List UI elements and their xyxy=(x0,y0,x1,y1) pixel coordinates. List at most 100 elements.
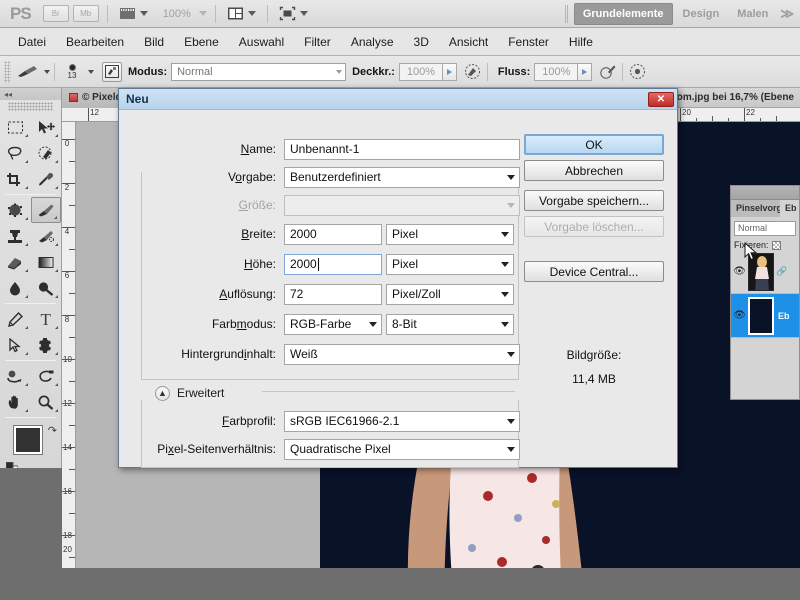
lock-transparency-icon[interactable] xyxy=(772,241,781,250)
tool-lasso[interactable] xyxy=(0,140,31,166)
menu-item-ebene[interactable]: Ebene xyxy=(174,32,229,52)
view-extras-button[interactable] xyxy=(116,6,151,21)
menu-item-filter[interactable]: Filter xyxy=(294,32,341,52)
menu-item-datei[interactable]: Datei xyxy=(8,32,56,52)
layer-thumbnail-2[interactable] xyxy=(748,297,774,335)
workspace-tab-design[interactable]: Design xyxy=(675,4,728,24)
tool-spot-healing[interactable] xyxy=(0,197,31,223)
tool-3d-camera-rotate[interactable] xyxy=(31,363,62,389)
tool-zoom[interactable] xyxy=(31,389,62,415)
toggle-brush-panel-button[interactable] xyxy=(102,62,122,82)
opacity-slider-button[interactable] xyxy=(443,63,457,81)
menu-item-bearbeiten[interactable]: Bearbeiten xyxy=(56,32,134,52)
tool-brush[interactable] xyxy=(31,197,62,223)
menu-item-3d[interactable]: 3D xyxy=(404,32,439,52)
layer-link-icon[interactable]: 🔗 xyxy=(776,266,787,277)
options-bar-grip[interactable] xyxy=(4,61,11,83)
brush-size-indicator[interactable]: 13 xyxy=(59,64,85,80)
colormode-select[interactable]: RGB-Farbe xyxy=(284,314,382,335)
height-input[interactable]: 2000 xyxy=(284,254,382,275)
opacity-pressure-button[interactable] xyxy=(463,62,483,82)
tool-hand[interactable] xyxy=(0,389,31,415)
tool-move[interactable] xyxy=(31,114,62,140)
width-input[interactable]: 2000 xyxy=(284,224,382,245)
bridge-button[interactable]: Br xyxy=(43,5,69,22)
aspectratio-select[interactable]: Quadratische Pixel xyxy=(284,439,520,460)
arrange-documents-icon xyxy=(227,6,245,21)
tool-eyedropper[interactable] xyxy=(31,166,62,192)
tool-group-selection xyxy=(0,114,61,192)
layer-blend-mode-select[interactable]: Normal xyxy=(734,221,796,236)
layers-panel-header[interactable] xyxy=(731,186,799,200)
tool-3d-object-rotate[interactable] xyxy=(0,363,31,389)
cancel-button[interactable]: Abbrechen xyxy=(524,160,664,181)
brush-size-chevron-icon[interactable] xyxy=(88,70,94,74)
colorprofile-select[interactable]: sRGB IEC61966-2.1 xyxy=(284,411,520,432)
layer-thumbnail[interactable] xyxy=(748,253,774,291)
opacity-value[interactable]: 100% xyxy=(399,63,443,81)
tool-crop[interactable] xyxy=(0,166,31,192)
tool-clone-stamp[interactable] xyxy=(0,223,31,249)
workspace-tab-grundelemente[interactable]: Grundelemente xyxy=(574,3,673,25)
dialog-close-button[interactable]: ✕ xyxy=(648,92,674,107)
tool-dodge[interactable] xyxy=(31,275,62,301)
brush-preset-picker[interactable] xyxy=(15,62,41,82)
workspace-more-button[interactable]: ≫ xyxy=(778,6,796,22)
menu-item-bild[interactable]: Bild xyxy=(134,32,174,52)
arrange-documents-button[interactable] xyxy=(224,6,259,21)
layer-visibility-icon[interactable]: 👁 xyxy=(733,262,746,282)
zoom-chevron-down-icon[interactable] xyxy=(199,11,207,16)
height-unit-select[interactable]: Pixel xyxy=(386,254,514,275)
menu-item-ansicht[interactable]: Ansicht xyxy=(439,32,498,52)
tool-eraser[interactable] xyxy=(0,249,31,275)
tool-custom-shape[interactable] xyxy=(31,332,62,358)
resolution-unit-select[interactable]: Pixel/Zoll xyxy=(386,284,514,305)
layer-row-photo[interactable]: 👁 🔗 xyxy=(731,250,799,294)
toolbox-collapse-button[interactable]: ◂◂ xyxy=(0,88,61,100)
save-preset-button[interactable]: Vorgabe speichern... xyxy=(524,190,664,211)
close-icon[interactable] xyxy=(69,93,78,102)
tool-marquee[interactable] xyxy=(0,114,31,140)
bitdepth-select[interactable]: 8-Bit xyxy=(386,314,514,335)
layer-visibility-icon-2[interactable]: 👁 xyxy=(733,306,746,326)
tablet-pressure-size-button[interactable] xyxy=(627,62,647,82)
tab-pinselvorgaben[interactable]: Pinselvorg xyxy=(731,200,780,217)
spot-healing-brush-icon xyxy=(6,203,24,218)
screen-mode-button[interactable] xyxy=(276,6,311,21)
crop-tool-icon xyxy=(6,172,24,187)
collapse-advanced-icon[interactable]: ▲ xyxy=(155,386,170,401)
ok-button[interactable]: OK xyxy=(524,134,664,155)
tool-blur[interactable] xyxy=(0,275,31,301)
mini-bridge-button[interactable]: Mb xyxy=(73,5,99,22)
tool-gradient[interactable] xyxy=(31,249,62,275)
vertical-ruler[interactable]: 0 2 4 6 8 10 12 14 16 18 20 xyxy=(62,122,76,568)
tool-path-selection[interactable] xyxy=(0,332,31,358)
toolbox-grip[interactable] xyxy=(8,102,53,111)
blend-mode-select[interactable]: Normal xyxy=(171,63,346,81)
tool-history-brush[interactable] xyxy=(31,223,62,249)
device-central-button[interactable]: Device Central... xyxy=(524,261,664,282)
layer-row-selected[interactable]: 👁 Eb xyxy=(731,294,799,338)
name-input[interactable]: Unbenannt-1 xyxy=(284,139,520,160)
tool-quick-selection[interactable] xyxy=(31,140,62,166)
dialog-title-bar[interactable]: Neu ✕ xyxy=(119,89,677,110)
zoom-level-value[interactable]: 100% xyxy=(163,8,191,20)
menu-item-hilfe[interactable]: Hilfe xyxy=(559,32,603,52)
preset-select[interactable]: Benutzerdefiniert xyxy=(284,167,520,188)
resolution-input[interactable]: 72 xyxy=(284,284,382,305)
flow-value[interactable]: 100% xyxy=(534,63,578,81)
swap-colors-icon[interactable]: ↷ xyxy=(48,424,57,437)
width-unit-select[interactable]: Pixel xyxy=(386,224,514,245)
tool-pen[interactable] xyxy=(0,306,31,332)
background-select[interactable]: Weiß xyxy=(284,344,520,365)
workspace-tab-malen[interactable]: Malen xyxy=(729,4,776,24)
brush-preset-chevron-icon[interactable] xyxy=(44,70,50,74)
menu-item-fenster[interactable]: Fenster xyxy=(498,32,559,52)
airbrush-button[interactable] xyxy=(598,62,618,82)
menu-item-analyse[interactable]: Analyse xyxy=(341,32,404,52)
menu-item-auswahl[interactable]: Auswahl xyxy=(229,32,294,52)
tool-type[interactable]: T xyxy=(31,306,62,332)
foreground-color-swatch[interactable] xyxy=(14,426,42,454)
flow-slider-button[interactable] xyxy=(578,63,592,81)
tab-ebenen[interactable]: Eb xyxy=(780,200,799,217)
